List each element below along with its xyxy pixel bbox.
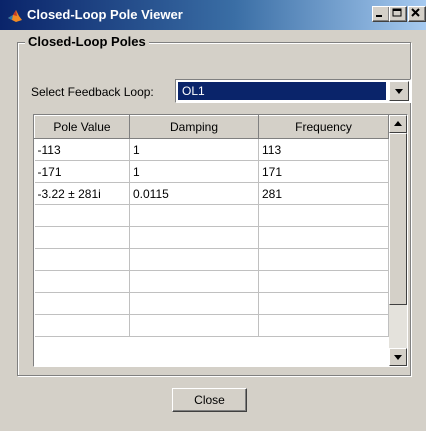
table-cell[interactable] [258,248,389,271]
table-cell[interactable]: -3.22 ± 281i [34,182,130,205]
table-row[interactable] [34,248,389,271]
table-cell[interactable] [129,292,259,315]
table-cell[interactable] [258,292,389,315]
table-row[interactable]: -3.22 ± 281i 0.0115 281 [34,182,389,205]
table-cell[interactable]: 1 [129,138,259,161]
table-cell[interactable] [34,292,130,315]
table-row[interactable]: -171 1 171 [34,160,389,183]
table-cell[interactable] [129,270,259,293]
scroll-up-button[interactable] [389,115,407,133]
maximize-icon [392,8,402,17]
close-icon [411,8,420,17]
table-cell[interactable] [258,314,389,337]
table-row[interactable] [34,204,389,227]
table-cell[interactable] [34,226,130,249]
arrow-up-icon [394,121,402,126]
table-cell[interactable] [34,204,130,227]
table-cell[interactable]: 171 [258,160,389,183]
table-cell[interactable] [258,204,389,227]
column-header-damping[interactable]: Damping [129,115,259,139]
group-title: Closed-Loop Poles [25,34,149,49]
minimize-button[interactable] [372,6,390,22]
close-window-button[interactable] [408,6,426,22]
column-header-pole-value[interactable]: Pole Value [34,115,130,139]
minimize-icon [376,15,382,17]
table-row[interactable] [34,314,389,337]
maximize-button[interactable] [389,6,407,22]
table-cell[interactable] [34,270,130,293]
close-button[interactable]: Close [172,388,247,412]
table-cell[interactable] [34,314,130,337]
feedback-loop-label: Select Feedback Loop: [31,85,154,99]
table-row[interactable]: -113 1 113 [34,138,389,161]
chevron-down-icon [395,89,403,94]
table-cell[interactable]: -171 [34,160,130,183]
table-cell[interactable] [129,226,259,249]
feedback-loop-value[interactable]: OL1 [178,82,386,100]
table-row[interactable] [34,270,389,293]
poles-table[interactable]: Pole Value Damping Frequency -113 1 113 -17… [33,114,408,367]
table-cell[interactable] [258,270,389,293]
scroll-down-button[interactable] [389,348,407,366]
table-cell[interactable] [129,204,259,227]
table-cell[interactable]: -113 [34,138,130,161]
table-cell[interactable] [258,226,389,249]
table-row[interactable] [34,292,389,315]
arrow-down-icon [394,355,402,360]
scroll-thumb[interactable] [389,133,407,305]
title-bar[interactable]: Closed-Loop Pole Viewer [0,0,426,30]
dropdown-button[interactable] [389,81,409,101]
table-cell[interactable]: 113 [258,138,389,161]
table-cell[interactable]: 281 [258,182,389,205]
table-cell[interactable] [129,314,259,337]
table-row[interactable] [34,226,389,249]
column-header-frequency[interactable]: Frequency [258,115,389,139]
table-cell[interactable]: 0.0115 [129,182,259,205]
table-header-row: Pole Value Damping Frequency [34,115,389,139]
feedback-loop-select[interactable]: OL1 [175,79,411,103]
vertical-scrollbar[interactable] [389,115,407,366]
table-cell[interactable] [34,248,130,271]
table-cell[interactable]: 1 [129,160,259,183]
table-cell[interactable] [129,248,259,271]
window-title: Closed-Loop Pole Viewer [27,7,183,22]
matlab-logo-icon [8,10,22,22]
